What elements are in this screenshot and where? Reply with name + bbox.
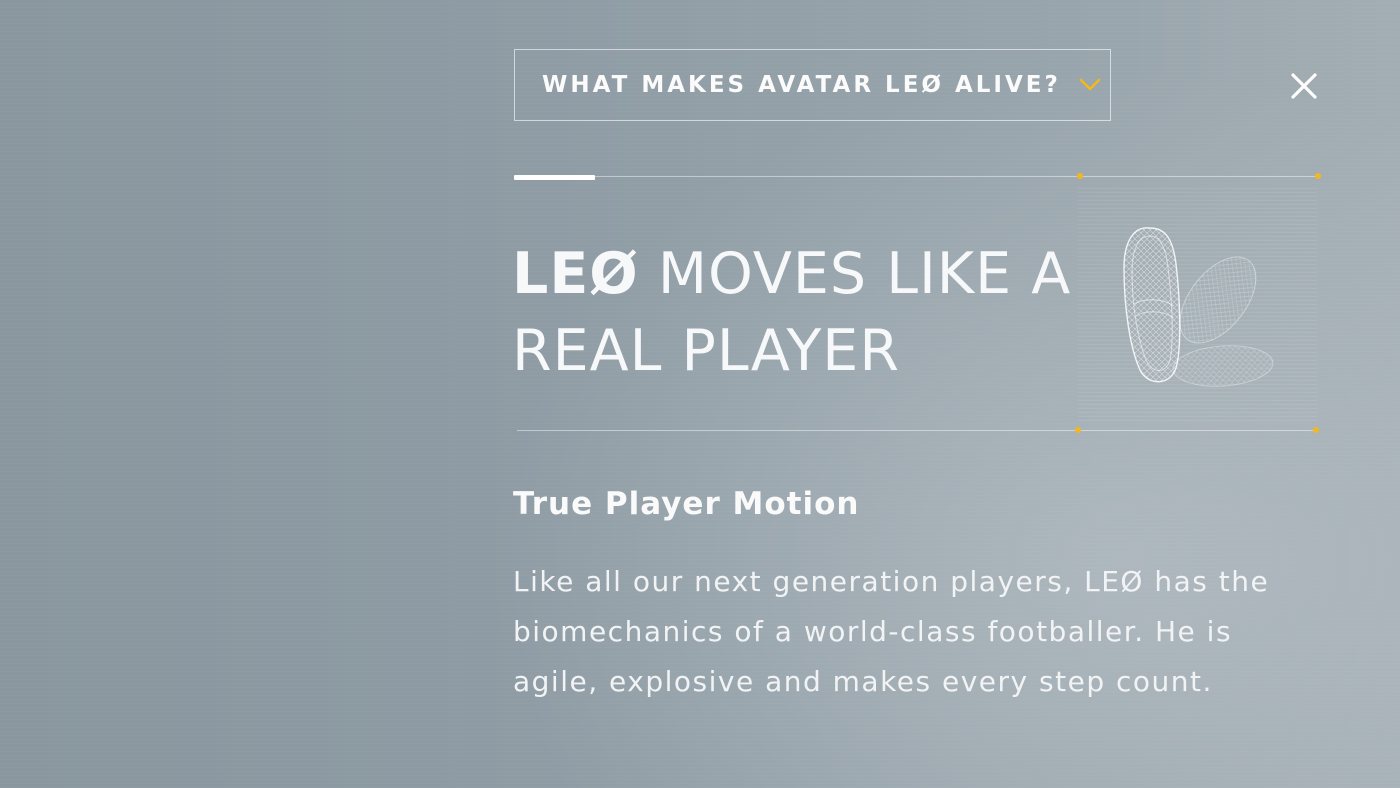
accent-dot (1313, 427, 1319, 433)
headline-brand: LEØ (512, 241, 639, 307)
progress-track (514, 176, 1320, 177)
topic-dropdown-label: WHAT MAKES AVATAR LEØ ALIVE? (542, 72, 1061, 98)
football-boots-wireframe-icon (1078, 188, 1318, 424)
page-headline: LEØ MOVES LIKE A REAL PLAYER (512, 236, 1072, 390)
topic-dropdown[interactable]: WHAT MAKES AVATAR LEØ ALIVE? (514, 49, 1111, 121)
section-title: True Player Motion (513, 486, 860, 522)
close-button[interactable] (1284, 66, 1324, 106)
close-icon (1291, 73, 1317, 99)
accent-dot (1315, 173, 1321, 179)
accent-dot (1075, 427, 1081, 433)
chevron-down-icon (1079, 74, 1101, 96)
section-divider (517, 430, 1318, 431)
progress-indicator (514, 175, 595, 180)
section-body: Like all our next generation players, LE… (513, 565, 1270, 698)
accent-dot (1077, 173, 1083, 179)
